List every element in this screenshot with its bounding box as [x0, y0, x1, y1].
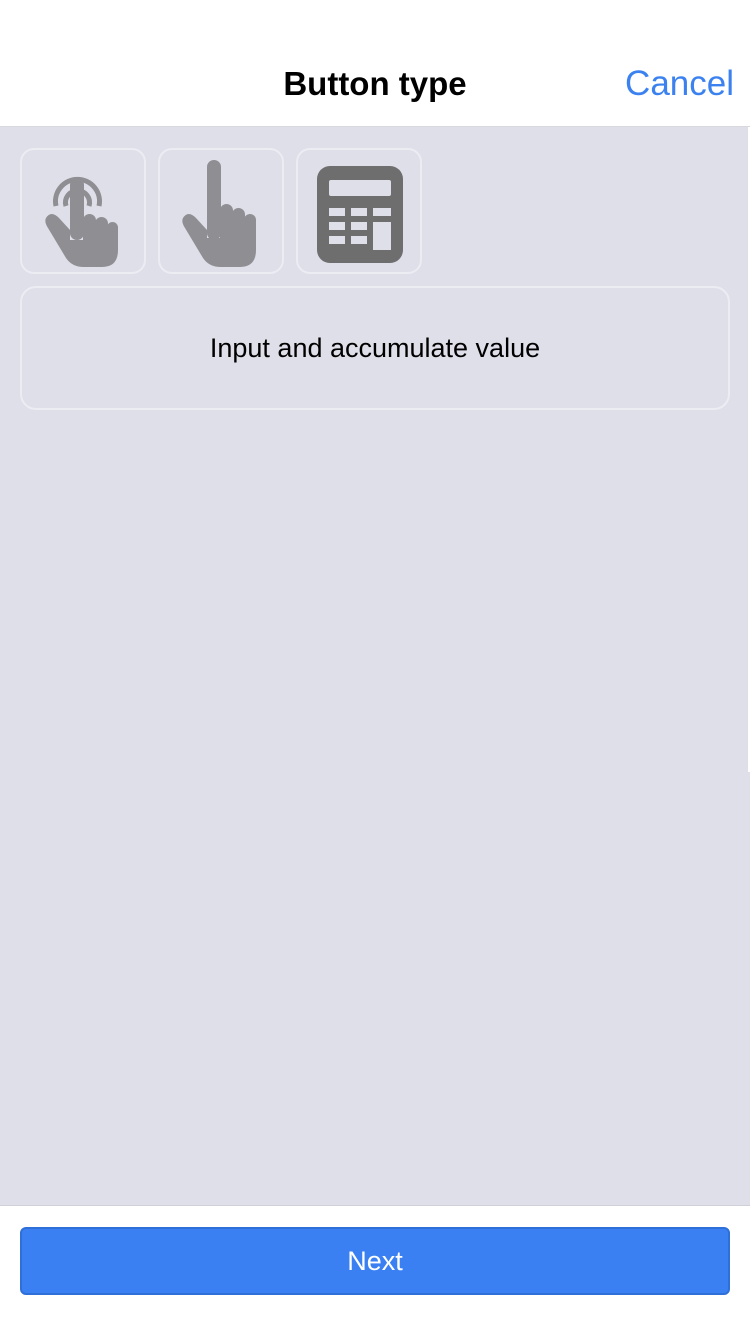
button-type-calculator-option[interactable]: [296, 148, 422, 274]
navigation-bar: Button type Cancel: [0, 0, 750, 127]
bottom-toolbar: Next: [0, 1205, 750, 1334]
button-type-press-option[interactable]: [158, 148, 284, 274]
screen: Button type Cancel Input and accumulate …: [0, 0, 750, 1334]
cancel-button[interactable]: Cancel: [625, 62, 734, 106]
content-area: Input and accumulate value: [0, 127, 750, 1205]
hand-tap-ripple-icon: [45, 176, 118, 267]
button-type-tap-option[interactable]: [20, 148, 146, 274]
next-button[interactable]: Next: [20, 1227, 730, 1295]
calculator-icon: [317, 166, 403, 263]
hand-pointer-icon: [182, 160, 256, 267]
button-type-description: Input and accumulate value: [20, 286, 730, 410]
